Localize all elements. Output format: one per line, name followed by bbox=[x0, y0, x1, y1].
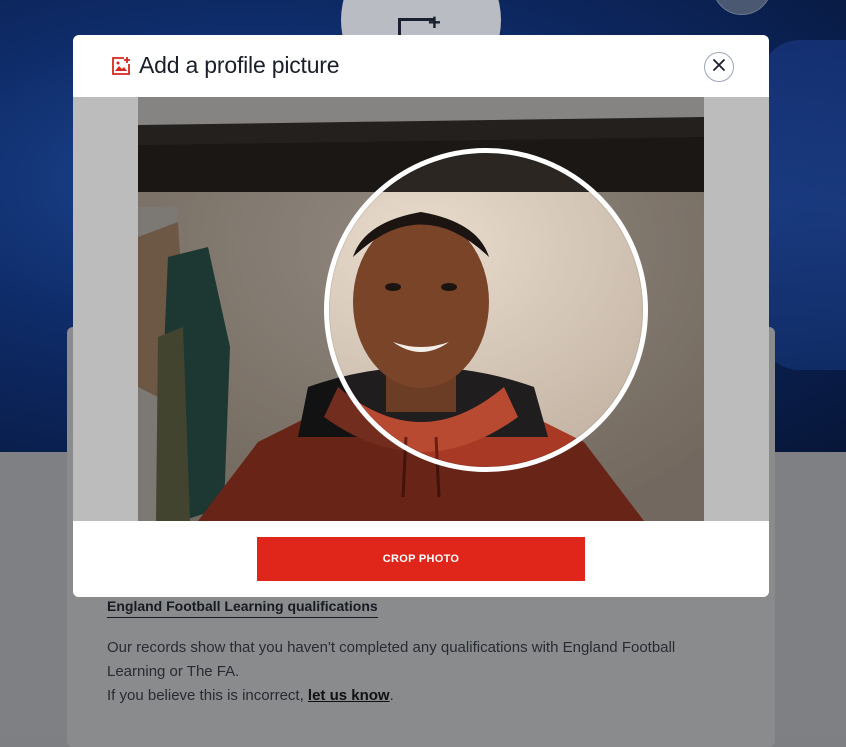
modal-footer: CROP PHOTO bbox=[73, 521, 769, 597]
modal-header: Add a profile picture bbox=[73, 35, 769, 97]
modal-title: Add a profile picture bbox=[139, 52, 340, 78]
let-us-know-link[interactable]: let us know bbox=[308, 687, 390, 704]
close-button[interactable] bbox=[704, 52, 734, 82]
incorrect-suffix: . bbox=[389, 687, 394, 704]
close-icon bbox=[712, 58, 726, 77]
hero-player-graphic bbox=[760, 40, 846, 370]
qualifications-text: Our records show that you haven't comple… bbox=[107, 636, 707, 708]
image-add-icon bbox=[111, 56, 131, 76]
incorrect-prefix: If you believe this is incorrect, bbox=[107, 687, 308, 704]
qualifications-section: England Football Learning qualifications… bbox=[107, 598, 707, 708]
add-profile-picture-modal: Add a profile picture CROP PHOTO bbox=[73, 35, 769, 597]
crop-photo-button[interactable]: CROP PHOTO bbox=[257, 537, 585, 581]
qualifications-heading: England Football Learning qualifications bbox=[107, 598, 378, 618]
plus-icon: + bbox=[428, 10, 441, 35]
qualifications-message: Our records show that you haven't comple… bbox=[107, 639, 676, 680]
crop-area bbox=[73, 97, 769, 521]
crop-circle-handle[interactable] bbox=[324, 148, 648, 472]
